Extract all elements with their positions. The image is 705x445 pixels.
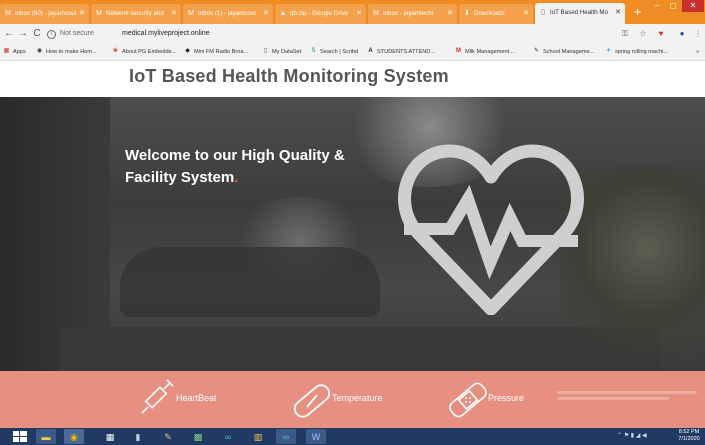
gmail-icon: M [188,10,194,17]
winrar-task[interactable]: ▥ [248,429,268,444]
extension-icon[interactable]: ♥ [656,28,666,40]
document-icon: W [311,431,321,442]
menu-icon[interactable]: ⋮ [693,28,703,40]
arduino-task-2[interactable]: ∞ [276,429,296,444]
bookmark-students[interactable]: A STUDENTS ATTEND... [367,47,435,57]
bird-icon: ◆ [185,48,190,55]
system-tray[interactable]: ⌃ ⚑ ▮ ◢ ◀ [617,431,647,442]
windows-taskbar: ▬ ◉ ▦ ▮ ✎ ▩ ∞ ▥ ∞ W ⌃ ⚑ ▮ ◢ ◀ 8:52 PM 7/… [0,428,705,445]
gmail-icon: M [96,10,102,17]
tab-inbox-80[interactable]: M Inbox (80) - jayamcoul ✕ [0,4,89,24]
browser-toolbar: ← → C i Not secure medical.myliveproject… [0,24,705,44]
bookmark-how-to-make[interactable]: ◉ How to make Hom... [36,47,97,57]
bookmark-apps[interactable]: ▦ Apps [3,47,26,57]
gmail-icon: M [373,10,379,17]
calculator-icon: ▦ [105,431,115,442]
accent-dot: . [234,169,239,186]
tab-google-drive[interactable]: ▲ qb.zip - Google Drive ✕ [275,4,366,24]
folder-icon: ▬ [41,431,51,442]
calculator-task[interactable]: ▦ [100,429,120,444]
hero-banner: Welcome to our High Quality & Facility S… [0,97,705,371]
tab-iot-health[interactable]: ▯ IoT Based Health Mo ✕ [535,3,625,24]
flower-icon: ❀ [112,48,119,55]
forward-button[interactable]: → [17,27,29,41]
feature-heartbeat[interactable]: HeartBeat [176,392,217,404]
tab-network-security[interactable]: M Network security and ✕ [91,4,181,24]
tab-inbox-jayamtechi[interactable]: M Inbox - jayamtechi ✕ [368,4,457,24]
globe-icon: ◉ [36,48,43,55]
clock[interactable]: 8:52 PM 7/1/2020 [676,429,702,443]
tab-strip: M Inbox (80) - jayamcoul ✕ M Network securi… [0,0,705,24]
arduino-icon: ∞ [282,431,290,442]
back-button[interactable]: ← [3,27,15,41]
info-icon[interactable]: i [47,30,56,39]
close-icon[interactable]: ✕ [79,4,85,24]
doc-icon: ▯ [263,48,268,55]
close-icon[interactable]: ✕ [171,4,177,24]
close-icon[interactable]: ✕ [615,3,621,23]
close-icon[interactable]: ✕ [447,4,453,24]
minimize-button[interactable]: – [650,0,664,12]
drive-icon: ▲ [279,10,287,17]
windows-icon [13,431,27,442]
paint-task[interactable]: ✎ [158,429,178,444]
brush-icon: ✎ [164,431,172,442]
profile-icon[interactable]: ● [677,28,687,40]
chrome-task[interactable]: ◉ [64,429,84,444]
page-icon: ▯ [541,9,545,16]
gmail-icon: M [456,48,461,55]
bookmark-mini-fm[interactable]: ◆ Mini FM Radio Broa... [184,47,248,57]
gmail-icon: M [5,10,11,17]
feature-temperature[interactable]: Temperature [332,392,383,404]
security-label[interactable]: Not secure [60,28,94,40]
explorer-task[interactable]: ▬ [36,429,56,444]
pen-icon: ✎ [533,48,540,55]
tab-downloads[interactable]: ⬇ Downloads ✕ [459,4,533,24]
maximize-button[interactable]: ◻ [666,0,680,12]
close-icon[interactable]: ✕ [356,4,362,24]
tab-inbox-1[interactable]: M Inbox (1) - jayamcoul ✕ [183,4,273,24]
a-icon: A [368,48,373,55]
key-icon[interactable]: ⚿ [620,28,630,40]
arduino-icon: ∞ [224,431,232,442]
scribd-icon: S [311,48,316,55]
new-tab-button[interactable]: + [634,5,642,19]
page-title: IoT Based Health Monitoring System [129,66,449,86]
syringe-icon [141,379,174,414]
more-bookmarks-button[interactable]: » [696,47,699,57]
bookmarks-bar: ▦ Apps ◉ How to make Hom... ❀ About PG Embe… [0,44,705,61]
close-window-button[interactable]: ✕ [682,0,704,12]
bookmark-spring-rolling[interactable]: ✦ spring rolling machi... [605,47,668,57]
feature-pressure[interactable]: Pressure [488,392,524,404]
start-button[interactable] [8,429,32,444]
word-task[interactable]: W [306,429,326,444]
close-icon[interactable]: ✕ [263,4,269,24]
chrome-icon: ◉ [70,431,78,442]
archive-icon: ▥ [253,431,263,442]
bookmark-scribd[interactable]: S Search | Scribd [310,47,358,57]
heartbeat-icon [398,144,584,315]
reload-button[interactable]: C [31,27,43,41]
bookmark-milk-management[interactable]: M Milk Management ... [455,47,515,57]
download-icon: ⬇ [464,10,470,17]
excel-task[interactable]: ▩ [188,429,208,444]
faded-text [557,391,697,409]
notepad-icon: ▮ [135,431,141,442]
bookmark-about-pg[interactable]: ❀ About PG Embedde... [112,47,176,57]
spreadsheet-icon: ▩ [193,431,203,442]
notepad-task[interactable]: ▮ [128,429,148,444]
bookmark-school-management[interactable]: ✎ School Manageme... [533,47,594,57]
capsule-icon [293,384,331,418]
twitter-icon: ✦ [605,48,612,55]
star-icon[interactable]: ☆ [638,28,648,40]
hero-headline: Welcome to our High Quality & Facility S… [125,147,345,186]
dental-chair [120,247,380,317]
arduino-task[interactable]: ∞ [218,429,238,444]
address-bar[interactable]: medical.myliveproject.online [122,28,210,40]
bookmark-my-dataset[interactable]: ▯ My DataSet [262,47,301,57]
close-icon[interactable]: ✕ [523,4,529,24]
apps-icon: ▦ [3,48,10,55]
bandage-icon [449,382,487,418]
